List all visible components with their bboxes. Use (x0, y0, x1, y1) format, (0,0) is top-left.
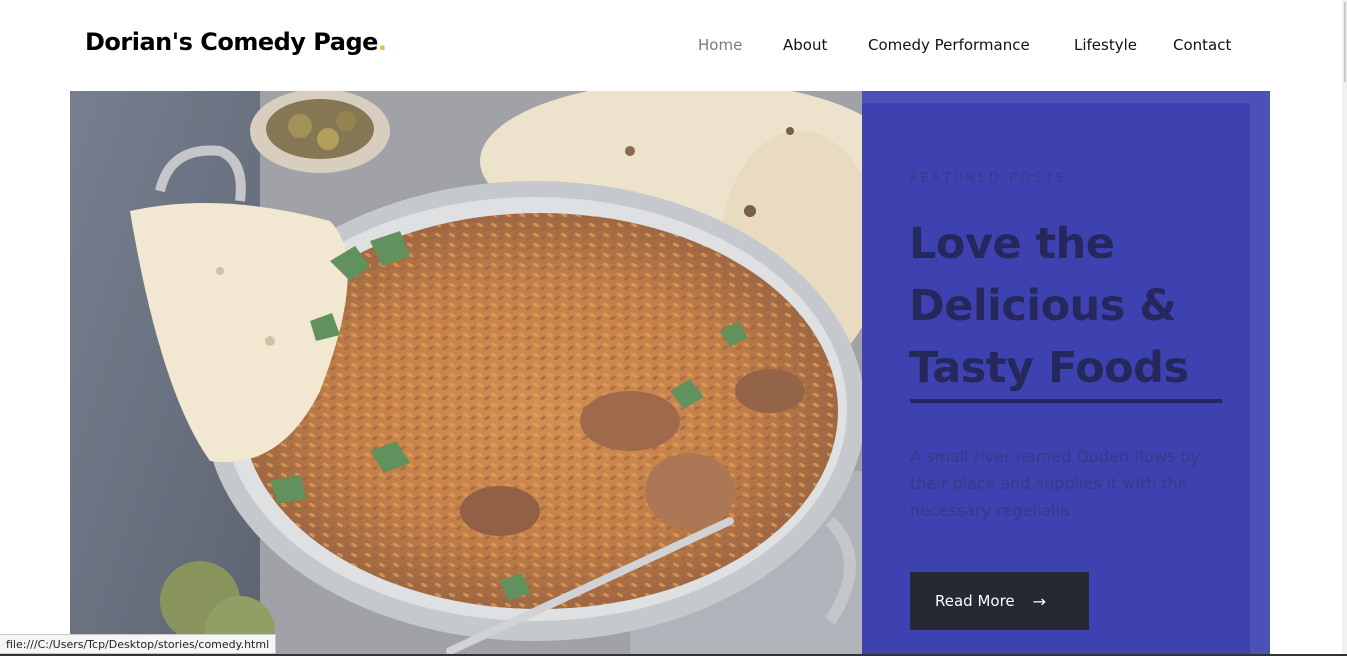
food-pan-image (70, 91, 862, 656)
nav-comedy-performance[interactable]: Comedy Performance (868, 36, 1030, 54)
page: Dorian's Comedy Page. Home About Comedy … (0, 0, 1347, 656)
nav-about[interactable]: About (783, 36, 827, 54)
hero-image (70, 91, 862, 656)
status-bar-url: file:///C:/Users/Tcp/Desktop/stories/com… (0, 634, 277, 654)
featured-eyebrow: Featured Posts (910, 171, 1067, 186)
page-scrollbar[interactable] (1342, 0, 1347, 656)
nav-lifestyle[interactable]: Lifestyle (1074, 36, 1137, 54)
nav-contact[interactable]: Contact (1173, 36, 1231, 54)
headline-underline (910, 399, 1222, 403)
featured-panel: Featured Posts Love the Delicious & Tast… (862, 91, 1270, 656)
featured-panel-inner: Featured Posts Love the Delicious & Tast… (862, 103, 1250, 656)
scrollbar-thumb[interactable] (1344, 2, 1346, 82)
featured-description: A small river named Duden flows by their… (910, 447, 1201, 520)
main-nav: Home About Comedy Performance Lifestyle … (0, 36, 1347, 56)
featured-headline[interactable]: Love the Delicious & Tasty Foods (909, 213, 1229, 399)
read-more-button[interactable]: Read More → (910, 572, 1089, 630)
read-more-label: Read More (935, 592, 1015, 610)
nav-home[interactable]: Home (698, 36, 742, 54)
arrow-right-icon: → (1032, 591, 1047, 611)
